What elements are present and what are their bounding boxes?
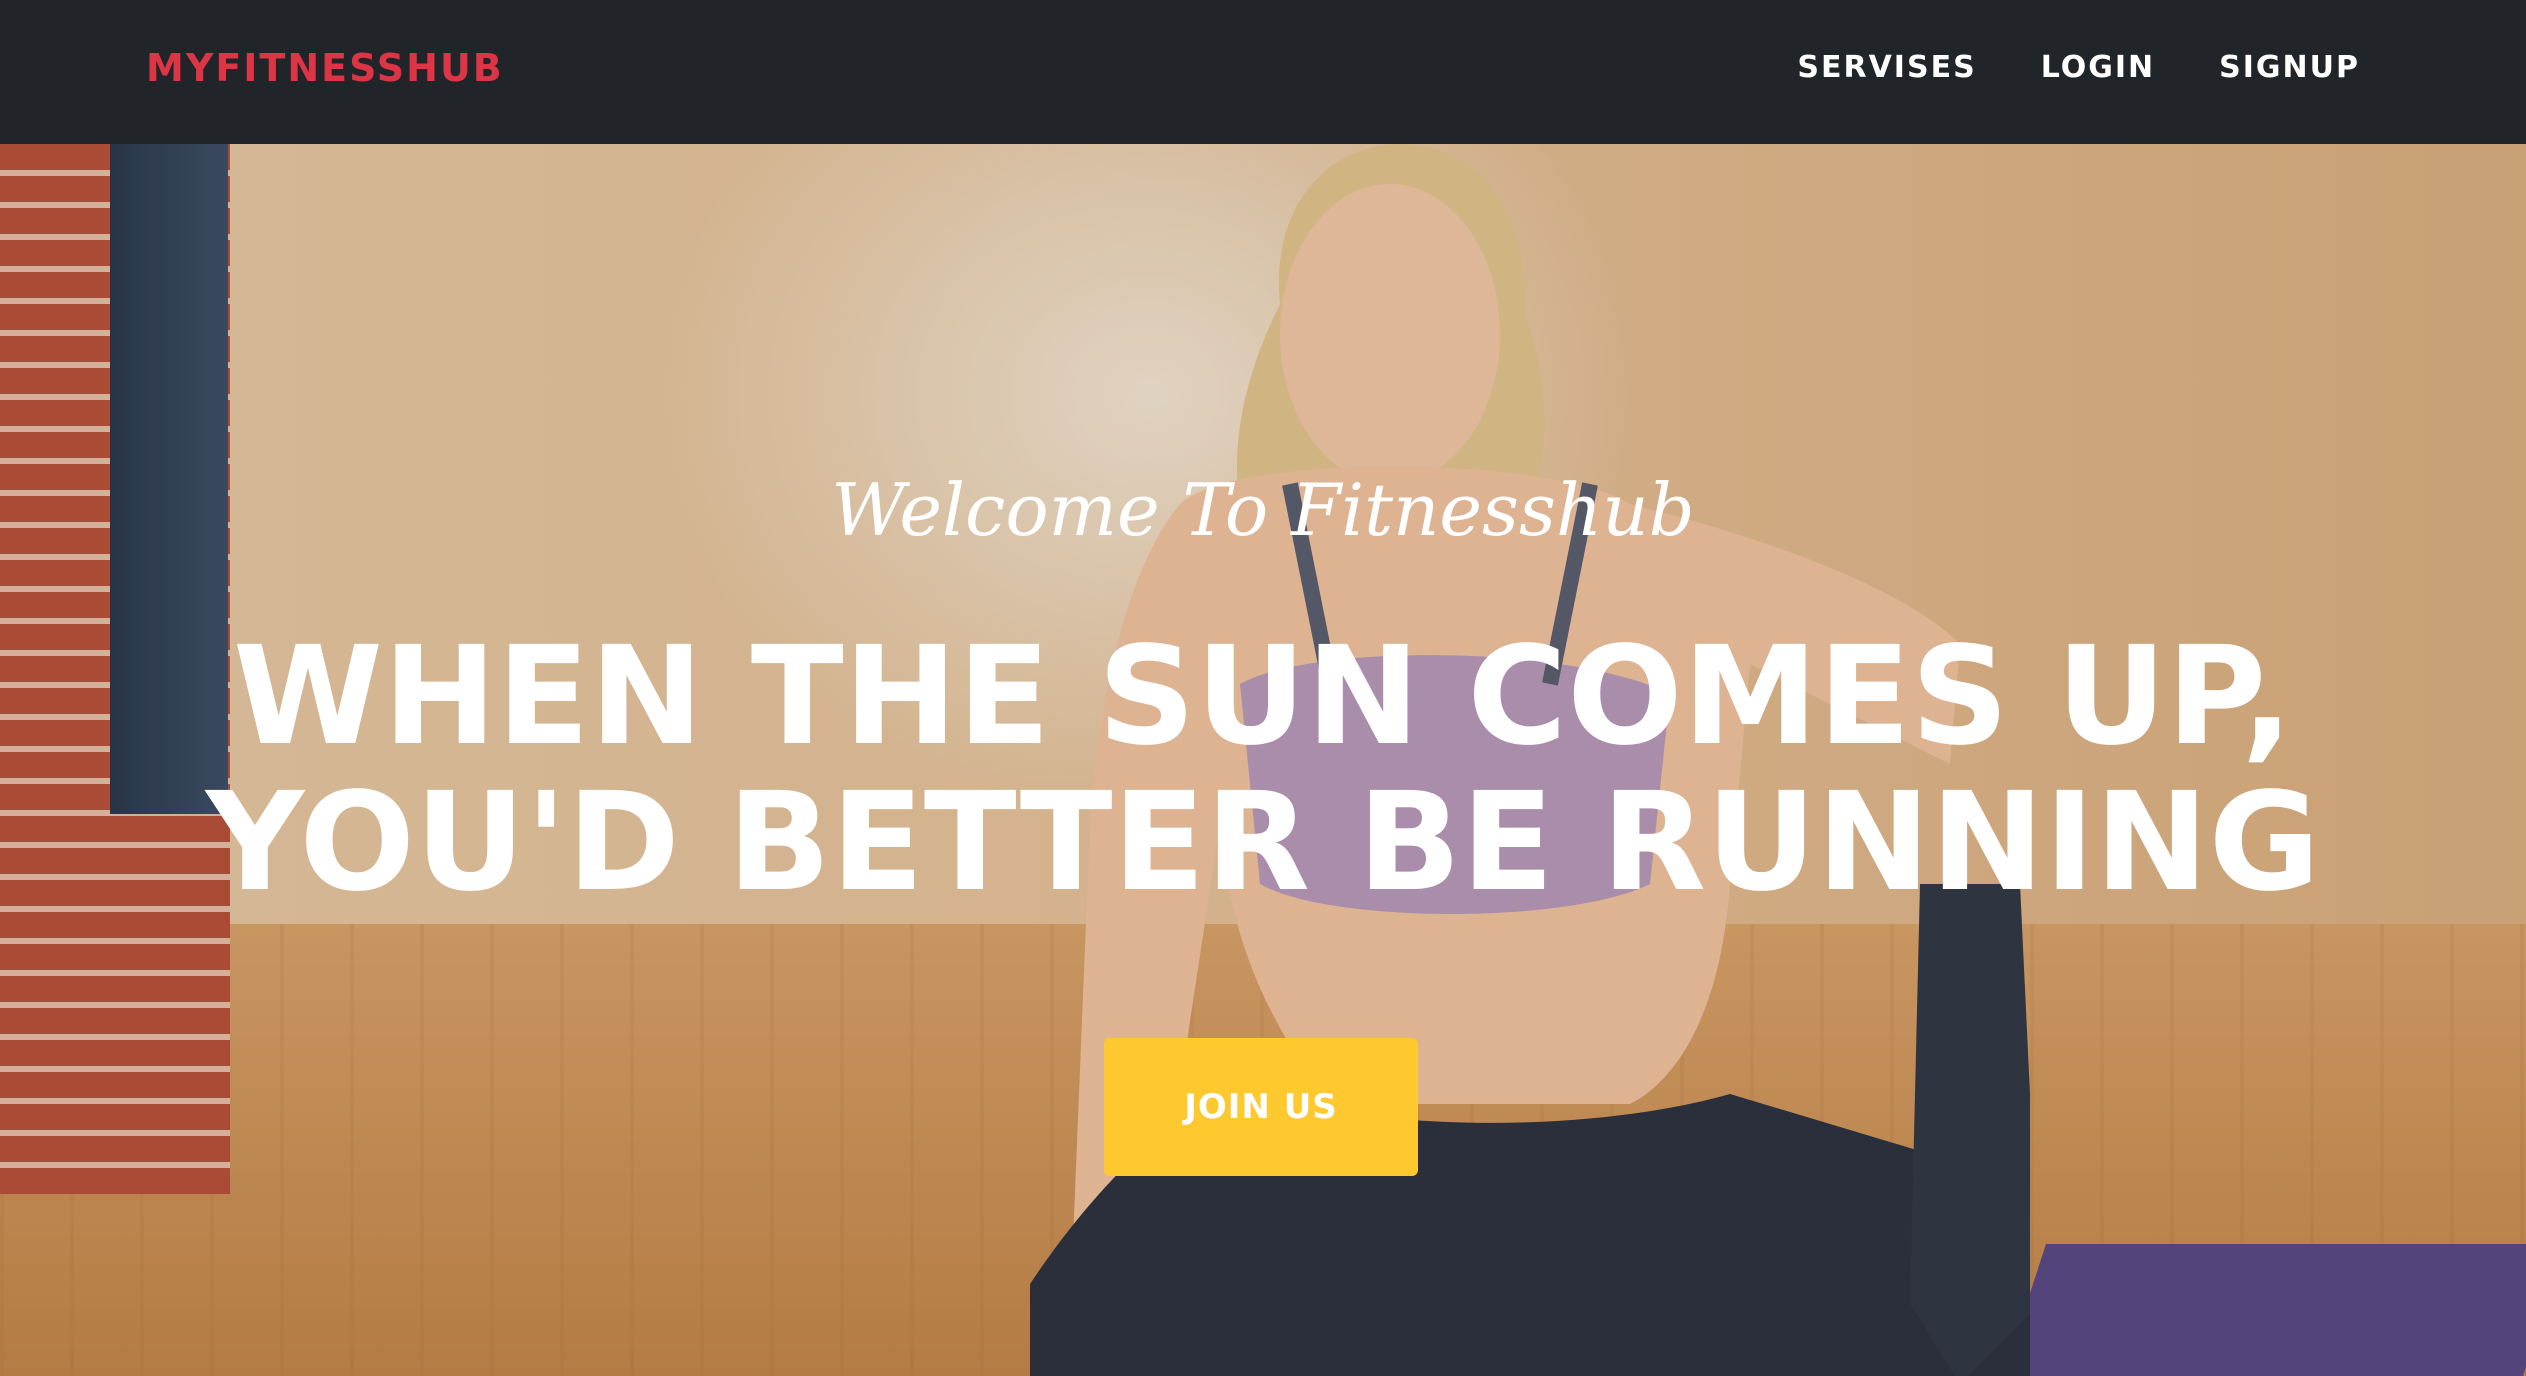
join-us-button[interactable]: JOIN US (1104, 1038, 1418, 1176)
nav-link-login[interactable]: LOGIN (2041, 50, 2155, 85)
hero-heading: WHEN THE SUN COMES UP, YOU'D BETTER BE R… (0, 624, 2526, 916)
nav-links: SERVISES LOGIN SIGNUP (1797, 50, 2360, 85)
brand-logo-link[interactable]: MYFITNESSHUB (146, 46, 504, 90)
hero-heading-line-1: WHEN THE SUN COMES UP, (232, 618, 2294, 776)
hero-section: Welcome To Fitnesshub WHEN THE SUN COMES… (0, 144, 2526, 1376)
hero-subheading: Welcome To Fitnesshub (831, 468, 1695, 552)
hero-content: Welcome To Fitnesshub WHEN THE SUN COMES… (0, 144, 2526, 1376)
top-navbar: MYFITNESSHUB SERVISES LOGIN SIGNUP (0, 0, 2526, 144)
nav-link-signup[interactable]: SIGNUP (2219, 50, 2360, 85)
hero-heading-line-2: YOU'D BETTER BE RUNNING (205, 764, 2321, 922)
nav-link-services[interactable]: SERVISES (1797, 50, 1976, 85)
